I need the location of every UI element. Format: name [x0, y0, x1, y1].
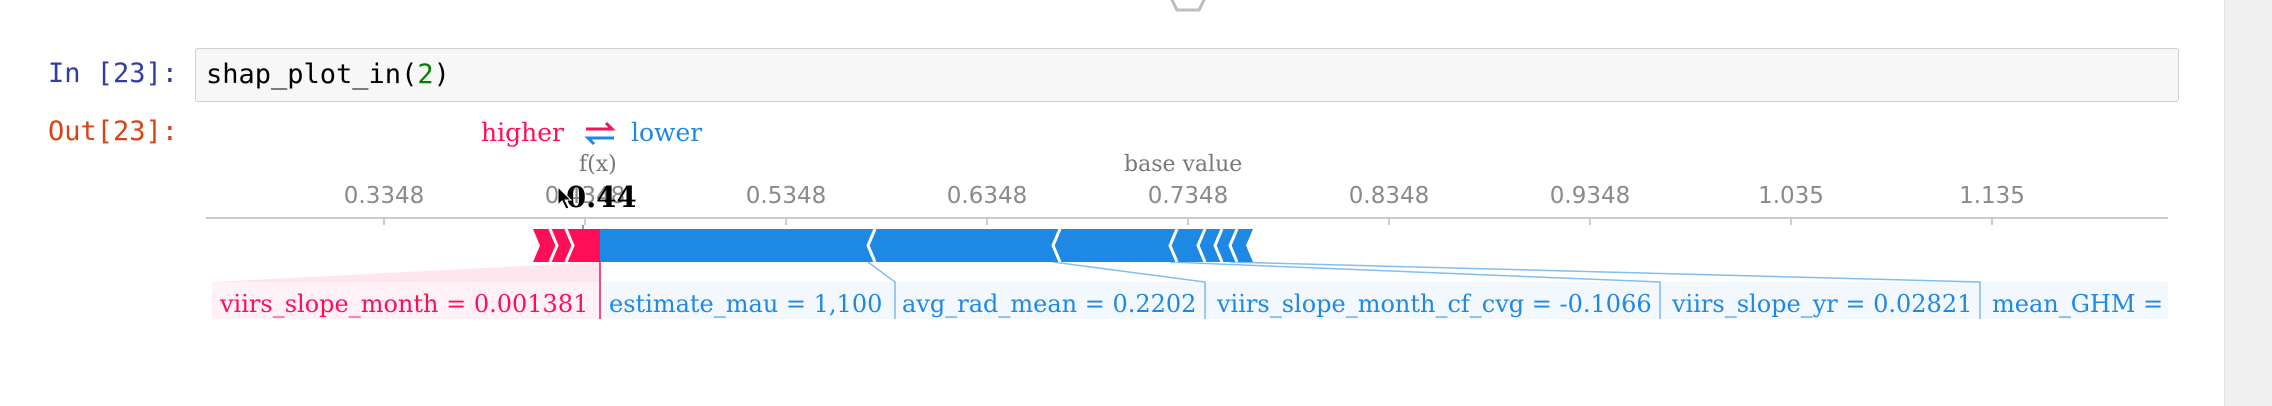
tick-label: 0.9348 [1549, 183, 1631, 209]
feature-label: viirs_slope_month_cf_cvg = -0.1066 [1217, 290, 1652, 318]
tick-label: 0.3348 [343, 183, 425, 209]
tick-label: 0.8348 [1348, 183, 1430, 209]
positive-link [212, 262, 600, 282]
axis-line [206, 217, 2168, 219]
input-prompt: In [23]: [48, 58, 179, 89]
feature-label: viirs_slope_yr = 0.02821 [1672, 290, 1973, 318]
fx-value: 0.44 [566, 180, 637, 214]
mouse-cursor-icon [557, 186, 573, 210]
base-value-label: base value [1124, 152, 1243, 177]
tick-label: 1.035 [1758, 183, 1824, 209]
tick-label: 0.6348 [946, 183, 1028, 209]
feature-label: estimate_mau = 1,100 [609, 290, 883, 318]
tick-label: 0.7348 [1147, 183, 1229, 209]
legend-lower: lower [631, 118, 703, 147]
tick-label: 0.5348 [745, 183, 827, 209]
feature-label: viirs_slope_month = 0.001381 [220, 290, 589, 318]
force-plot [212, 225, 2168, 319]
swap-arrows-icon [584, 121, 616, 146]
notebook-scrollbar[interactable] [2224, 0, 2272, 406]
tick-label: 1.135 [1959, 183, 2025, 209]
feature-label: avg_rad_mean = 0.2202 [902, 290, 1197, 318]
negative-bar [600, 229, 1253, 262]
code-text[interactable]: shap_plot_in(2) [206, 59, 450, 90]
legend-higher: higher [481, 118, 564, 147]
feature-label: mean_GHM = [1992, 290, 2164, 318]
code-cell-editor[interactable]: shap_plot_in(2) [195, 48, 2179, 102]
output-prompt: Out[23]: [48, 116, 179, 147]
settings-icon [1170, 0, 1206, 12]
fx-label: f(x) [579, 152, 617, 177]
